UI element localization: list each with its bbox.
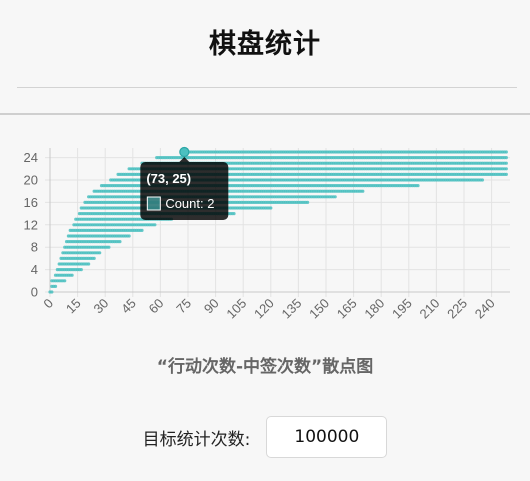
page-title: 棋盘统计 (209, 29, 321, 60)
tooltip-swatch (146, 196, 161, 211)
y-tick-label: 16 (24, 195, 38, 210)
data-point[interactable] (504, 167, 508, 171)
y-tick-label: 24 (24, 150, 38, 165)
data-point[interactable] (504, 161, 508, 165)
x-tick-label: 30 (90, 296, 111, 317)
data-point[interactable] (504, 150, 508, 154)
x-tick-label: 90 (201, 296, 222, 317)
chart-title: “行动次数-中签次数”散点图 (156, 357, 374, 377)
x-tick-label: 0 (40, 296, 56, 312)
data-point[interactable] (306, 200, 310, 204)
x-tick-label: 105 (223, 296, 249, 322)
data-point[interactable] (416, 184, 420, 188)
y-tick-label: 4 (31, 262, 38, 277)
data-point[interactable] (504, 172, 508, 176)
data-point[interactable] (79, 268, 83, 272)
data-point[interactable] (153, 223, 157, 227)
x-tick-label: 45 (118, 296, 139, 317)
scatter-chart[interactable]: 0 15 30 45 60 75 90 105 120 135 150 165 180 195 210 225… (0, 130, 530, 335)
tooltip-title: (73, 25) (146, 171, 191, 186)
data-point[interactable] (269, 206, 273, 210)
data-point[interactable] (107, 245, 111, 249)
x-tick-label: 195 (389, 296, 415, 322)
x-tick-label: 15 (63, 296, 84, 317)
x-tick-label: 225 (444, 296, 470, 322)
data-point[interactable] (361, 189, 365, 193)
data-point[interactable] (333, 195, 337, 199)
x-tick-label: 210 (417, 296, 443, 322)
data-point[interactable] (118, 240, 122, 244)
input-row: 目标统计次数: (0, 414, 530, 460)
data-point[interactable] (140, 228, 144, 232)
data-point[interactable] (232, 212, 236, 216)
data-point[interactable] (98, 251, 102, 255)
x-tick-label: 240 (472, 296, 498, 322)
target-count-label: 目标统计次数: (142, 429, 251, 450)
data-point[interactable] (480, 178, 484, 182)
x-tick-label: 180 (361, 296, 387, 322)
y-tick-label: 0 (31, 285, 38, 300)
y-tick-label: 12 (24, 217, 38, 232)
x-tick-label: 120 (251, 296, 277, 322)
x-tick-label: 60 (146, 296, 167, 317)
y-tick-label: 20 (24, 173, 38, 188)
data-point[interactable] (53, 284, 58, 288)
tooltip-label: Count: 2 (165, 196, 214, 211)
hovered-data-point[interactable] (179, 146, 190, 158)
divider (0, 113, 530, 115)
data-point[interactable] (63, 279, 67, 283)
data-point[interactable] (50, 290, 54, 294)
data-point[interactable] (87, 262, 91, 266)
x-tick-label: 135 (279, 296, 305, 322)
divider (17, 87, 517, 88)
data-point[interactable] (504, 156, 508, 160)
x-tick-label: 75 (173, 296, 194, 317)
x-tick-label: 150 (306, 296, 332, 322)
data-point[interactable] (70, 273, 74, 277)
x-tick-label: 165 (334, 296, 360, 322)
data-point[interactable] (127, 234, 131, 238)
y-tick-label: 8 (31, 240, 38, 255)
target-count-input[interactable] (266, 416, 388, 458)
data-point[interactable] (92, 256, 96, 260)
